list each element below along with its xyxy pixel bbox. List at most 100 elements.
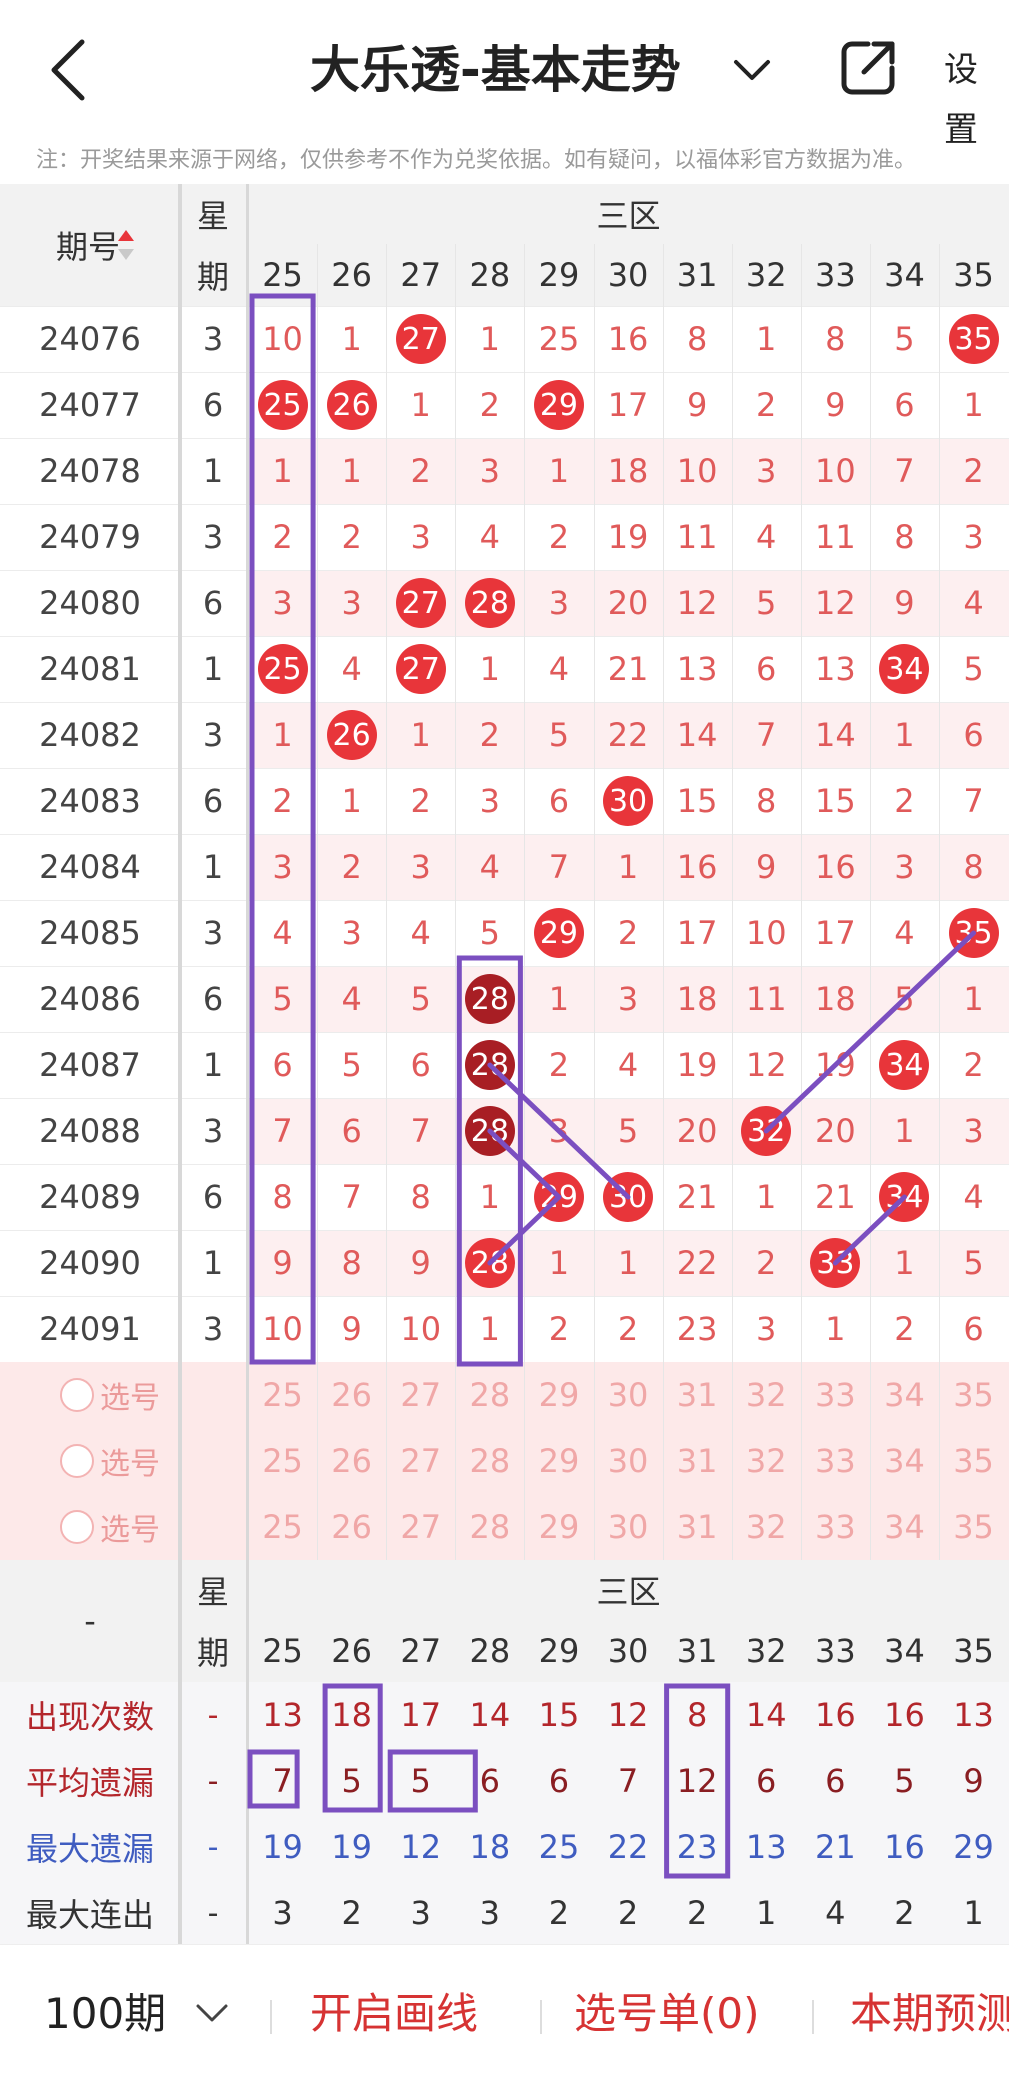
select-label[interactable]: 选号 [100,1428,200,1494]
miss-count: 1 [479,320,501,358]
miss-count: 1 [548,452,570,490]
select-number[interactable]: 33 [801,1362,870,1428]
number-column-header: 35 [953,256,994,294]
hit-ball[interactable]: 26 [326,710,377,760]
select-number[interactable]: 27 [386,1362,455,1428]
select-number[interactable]: 25 [248,1494,317,1560]
hit-ball[interactable]: 25 [257,644,308,694]
select-number[interactable]: 32 [732,1362,801,1428]
miss-count: 3 [272,584,293,622]
select-number[interactable]: 28 [455,1362,524,1428]
issue-column-header[interactable]: 期号 [0,184,120,306]
miss-count: 18 [814,980,856,1018]
select-number[interactable]: 30 [594,1362,663,1428]
select-number[interactable]: 31 [663,1494,732,1560]
hit-ball[interactable]: 28 [464,1238,515,1288]
miss-count: 21 [676,1178,718,1216]
miss-count: 10 [262,1310,303,1348]
select-number[interactable]: 34 [870,1428,939,1494]
hit-ball[interactable]: 25 [257,380,308,430]
hit-ball[interactable]: 28 [464,578,515,628]
select-number[interactable]: 28 [455,1494,524,1560]
select-number[interactable]: 26 [317,1362,386,1428]
miss-count: 4 [963,584,984,622]
miss-count: 6 [410,1046,431,1084]
select-number[interactable]: 32 [732,1428,801,1494]
miss-count: 21 [607,650,649,688]
back-arrow-icon[interactable] [40,30,100,110]
miss-count: 4 [548,650,570,688]
hit-ball[interactable]: 30 [603,1172,654,1222]
miss-count: 6 [272,1046,293,1084]
miss-count: 1 [341,452,362,490]
select-label[interactable]: 选号 [100,1494,200,1560]
select-number[interactable]: 33 [801,1428,870,1494]
stats-value: 25 [538,1828,580,1866]
hit-ball[interactable]: 29 [533,908,584,958]
hit-ball[interactable]: 28 [464,1106,515,1156]
hit-ball[interactable]: 29 [533,380,584,430]
select-number[interactable]: 30 [594,1428,663,1494]
select-number[interactable]: 29 [524,1362,593,1428]
pick-list-button[interactable]: 选号单(0) [574,1974,760,2054]
draw-lines-button[interactable]: 开启画线 [310,1974,478,2054]
hit-ball[interactable]: 27 [395,314,446,364]
select-number[interactable]: 26 [317,1428,386,1494]
select-number[interactable]: 26 [317,1494,386,1560]
select-radio[interactable] [60,1378,94,1412]
hit-ball[interactable]: 33 [810,1238,861,1288]
hit-ball[interactable]: 35 [948,314,999,364]
select-number[interactable]: 27 [386,1428,455,1494]
chevron-down-icon[interactable] [730,52,774,88]
hit-ball[interactable]: 28 [464,1040,515,1090]
select-number[interactable]: 29 [524,1428,593,1494]
miss-count: 1 [479,1310,501,1348]
select-label[interactable]: 选号 [100,1362,200,1428]
hit-ball[interactable]: 27 [395,578,446,628]
select-radio[interactable] [60,1444,94,1478]
select-number[interactable]: 25 [248,1428,317,1494]
select-number[interactable]: 29 [524,1494,593,1560]
miss-count: 18 [607,452,649,490]
sort-icon[interactable] [116,228,136,262]
hit-ball[interactable]: 35 [948,908,999,958]
miss-count: 8 [825,320,846,358]
stats-value: 15 [538,1696,580,1734]
week-header-top: 星 [196,197,229,235]
miss-count: 3 [410,848,431,886]
settings-button[interactable]: 设置 [944,40,1009,160]
hit-ball[interactable]: 28 [464,974,515,1024]
select-number[interactable]: 28 [455,1428,524,1494]
share-icon[interactable] [838,38,898,98]
select-number[interactable]: 31 [663,1428,732,1494]
miss-count: 10 [400,1310,442,1348]
predict-button[interactable]: 本期预测 [850,1974,1009,2054]
number-column-header: 30 [607,256,649,294]
select-number[interactable]: 35 [939,1362,1008,1428]
select-number[interactable]: 33 [801,1494,870,1560]
miss-count: 2 [548,1046,570,1084]
number-column-header: 27 [400,1632,442,1670]
hit-ball[interactable]: 30 [603,776,654,826]
select-radio[interactable] [60,1510,94,1544]
select-number[interactable]: 35 [939,1428,1008,1494]
stats-value: 16 [884,1696,925,1734]
select-number[interactable]: 31 [663,1362,732,1428]
miss-count: 2 [341,848,362,886]
hit-ball[interactable]: 26 [326,380,377,430]
chevron-down-icon[interactable] [192,1998,232,2028]
select-number[interactable]: 34 [870,1494,939,1560]
stats-value: 2 [548,1894,570,1932]
select-number[interactable]: 34 [870,1362,939,1428]
select-number[interactable]: 32 [732,1494,801,1560]
page-title[interactable]: 大乐透-基本走势 [310,30,681,110]
select-number[interactable]: 30 [594,1494,663,1560]
select-number[interactable]: 25 [248,1362,317,1428]
select-number[interactable]: 35 [939,1494,1008,1560]
hit-ball[interactable]: 32 [741,1106,792,1156]
hit-ball[interactable]: 27 [395,644,446,694]
hit-ball[interactable]: 29 [533,1172,584,1222]
select-number[interactable]: 27 [386,1494,455,1560]
miss-count: 4 [341,650,362,688]
period-selector[interactable]: 100期 [44,1974,166,2054]
